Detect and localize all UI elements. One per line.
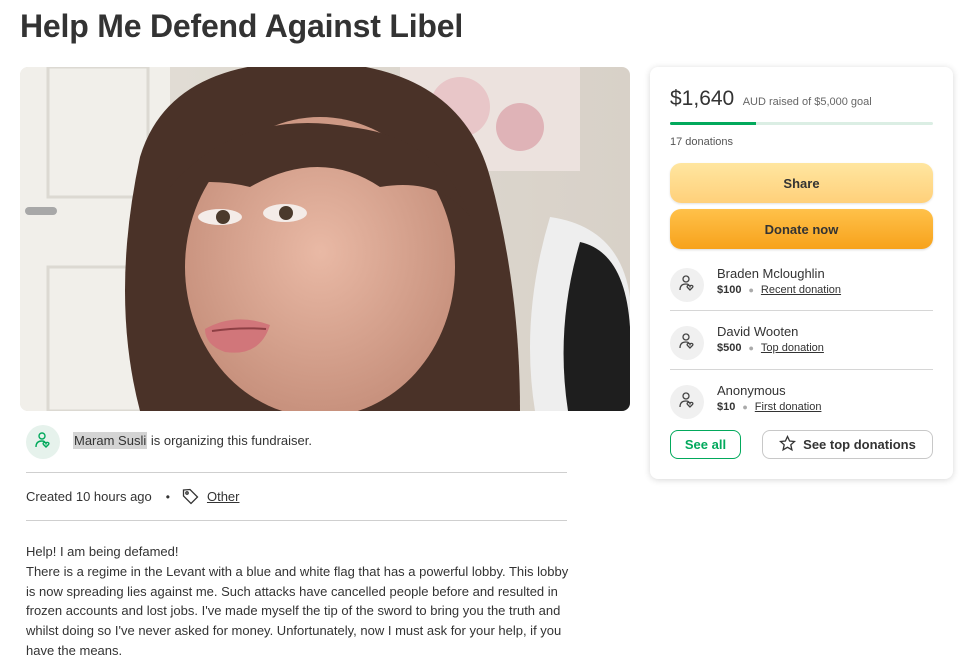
progress-fill (670, 122, 757, 125)
donation-card: $1,640 AUD raised of $5,000 goal 17 dona… (650, 67, 953, 479)
donor-tag-link[interactable]: First donation (755, 401, 822, 413)
organizer-name[interactable]: Maram Susli (73, 432, 148, 449)
user-heart-icon (34, 431, 52, 454)
see-top-donations-label: See top donations (803, 437, 916, 452)
story-text: Help! I am being defamed! There is a reg… (26, 542, 571, 661)
separator-dot: ● (748, 343, 754, 353)
user-heart-icon (678, 391, 696, 414)
divider (670, 310, 933, 311)
user-heart-icon (678, 332, 696, 355)
campaign-photo (20, 67, 630, 411)
see-top-donations-button[interactable]: See top donations (762, 430, 933, 459)
donor-name: David Wooten (717, 324, 799, 339)
divider (26, 472, 567, 473)
donor-details: $500 ● Top donation (717, 342, 824, 354)
donor-item: Anonymous $10 ● First donation (670, 380, 933, 430)
donor-name: Braden Mcloughlin (717, 266, 825, 281)
see-all-button[interactable]: See all (670, 430, 741, 459)
star-icon (779, 434, 797, 455)
organizer-line: Maram Susli is organizing this fundraise… (73, 432, 313, 449)
divider (26, 520, 567, 521)
campaign-meta: Created 10 hours ago • Other (26, 488, 239, 505)
raised-summary: $1,640 AUD raised of $5,000 goal (670, 87, 872, 111)
story-body: There is a regime in the Levant with a b… (26, 563, 569, 658)
donor-amount: $100 (717, 284, 742, 296)
donations-count: 17 donations (670, 136, 733, 148)
separator-dot: • (165, 489, 170, 504)
donate-now-button[interactable]: Donate now (670, 209, 933, 249)
created-time: Created 10 hours ago (26, 489, 152, 504)
donor-details: $10 ● First donation (717, 401, 821, 413)
divider (670, 369, 933, 370)
donor-avatar (670, 268, 704, 302)
progress-bar (670, 122, 933, 125)
organizer-text: is organizing this fundraiser. (147, 433, 313, 448)
donor-amount: $10 (717, 401, 736, 413)
donor-name: Anonymous (717, 383, 786, 398)
donor-details: $100 ● Recent donation (717, 284, 841, 296)
page-title: Help Me Defend Against Libel (20, 8, 464, 44)
goal-text: AUD raised of $5,000 goal (742, 96, 872, 108)
donor-tag-link[interactable]: Top donation (761, 342, 824, 354)
donor-amount: $500 (717, 342, 742, 354)
story-first-line: Help! I am being defamed! (26, 544, 179, 559)
donor-avatar (670, 385, 704, 419)
separator-dot: ● (742, 402, 748, 412)
donor-tag-link[interactable]: Recent donation (761, 284, 841, 296)
category-link[interactable]: Other (207, 489, 240, 504)
raised-amount: $1,640 (670, 87, 735, 110)
user-heart-icon (678, 274, 696, 297)
organizer-avatar (26, 425, 60, 459)
donor-item: David Wooten $500 ● Top donation (670, 321, 933, 371)
donor-avatar (670, 326, 704, 360)
tag-icon (182, 488, 199, 505)
share-button[interactable]: Share (670, 163, 933, 203)
separator-dot: ● (748, 285, 754, 295)
donor-item: Braden Mcloughlin $100 ● Recent donation (670, 263, 933, 313)
